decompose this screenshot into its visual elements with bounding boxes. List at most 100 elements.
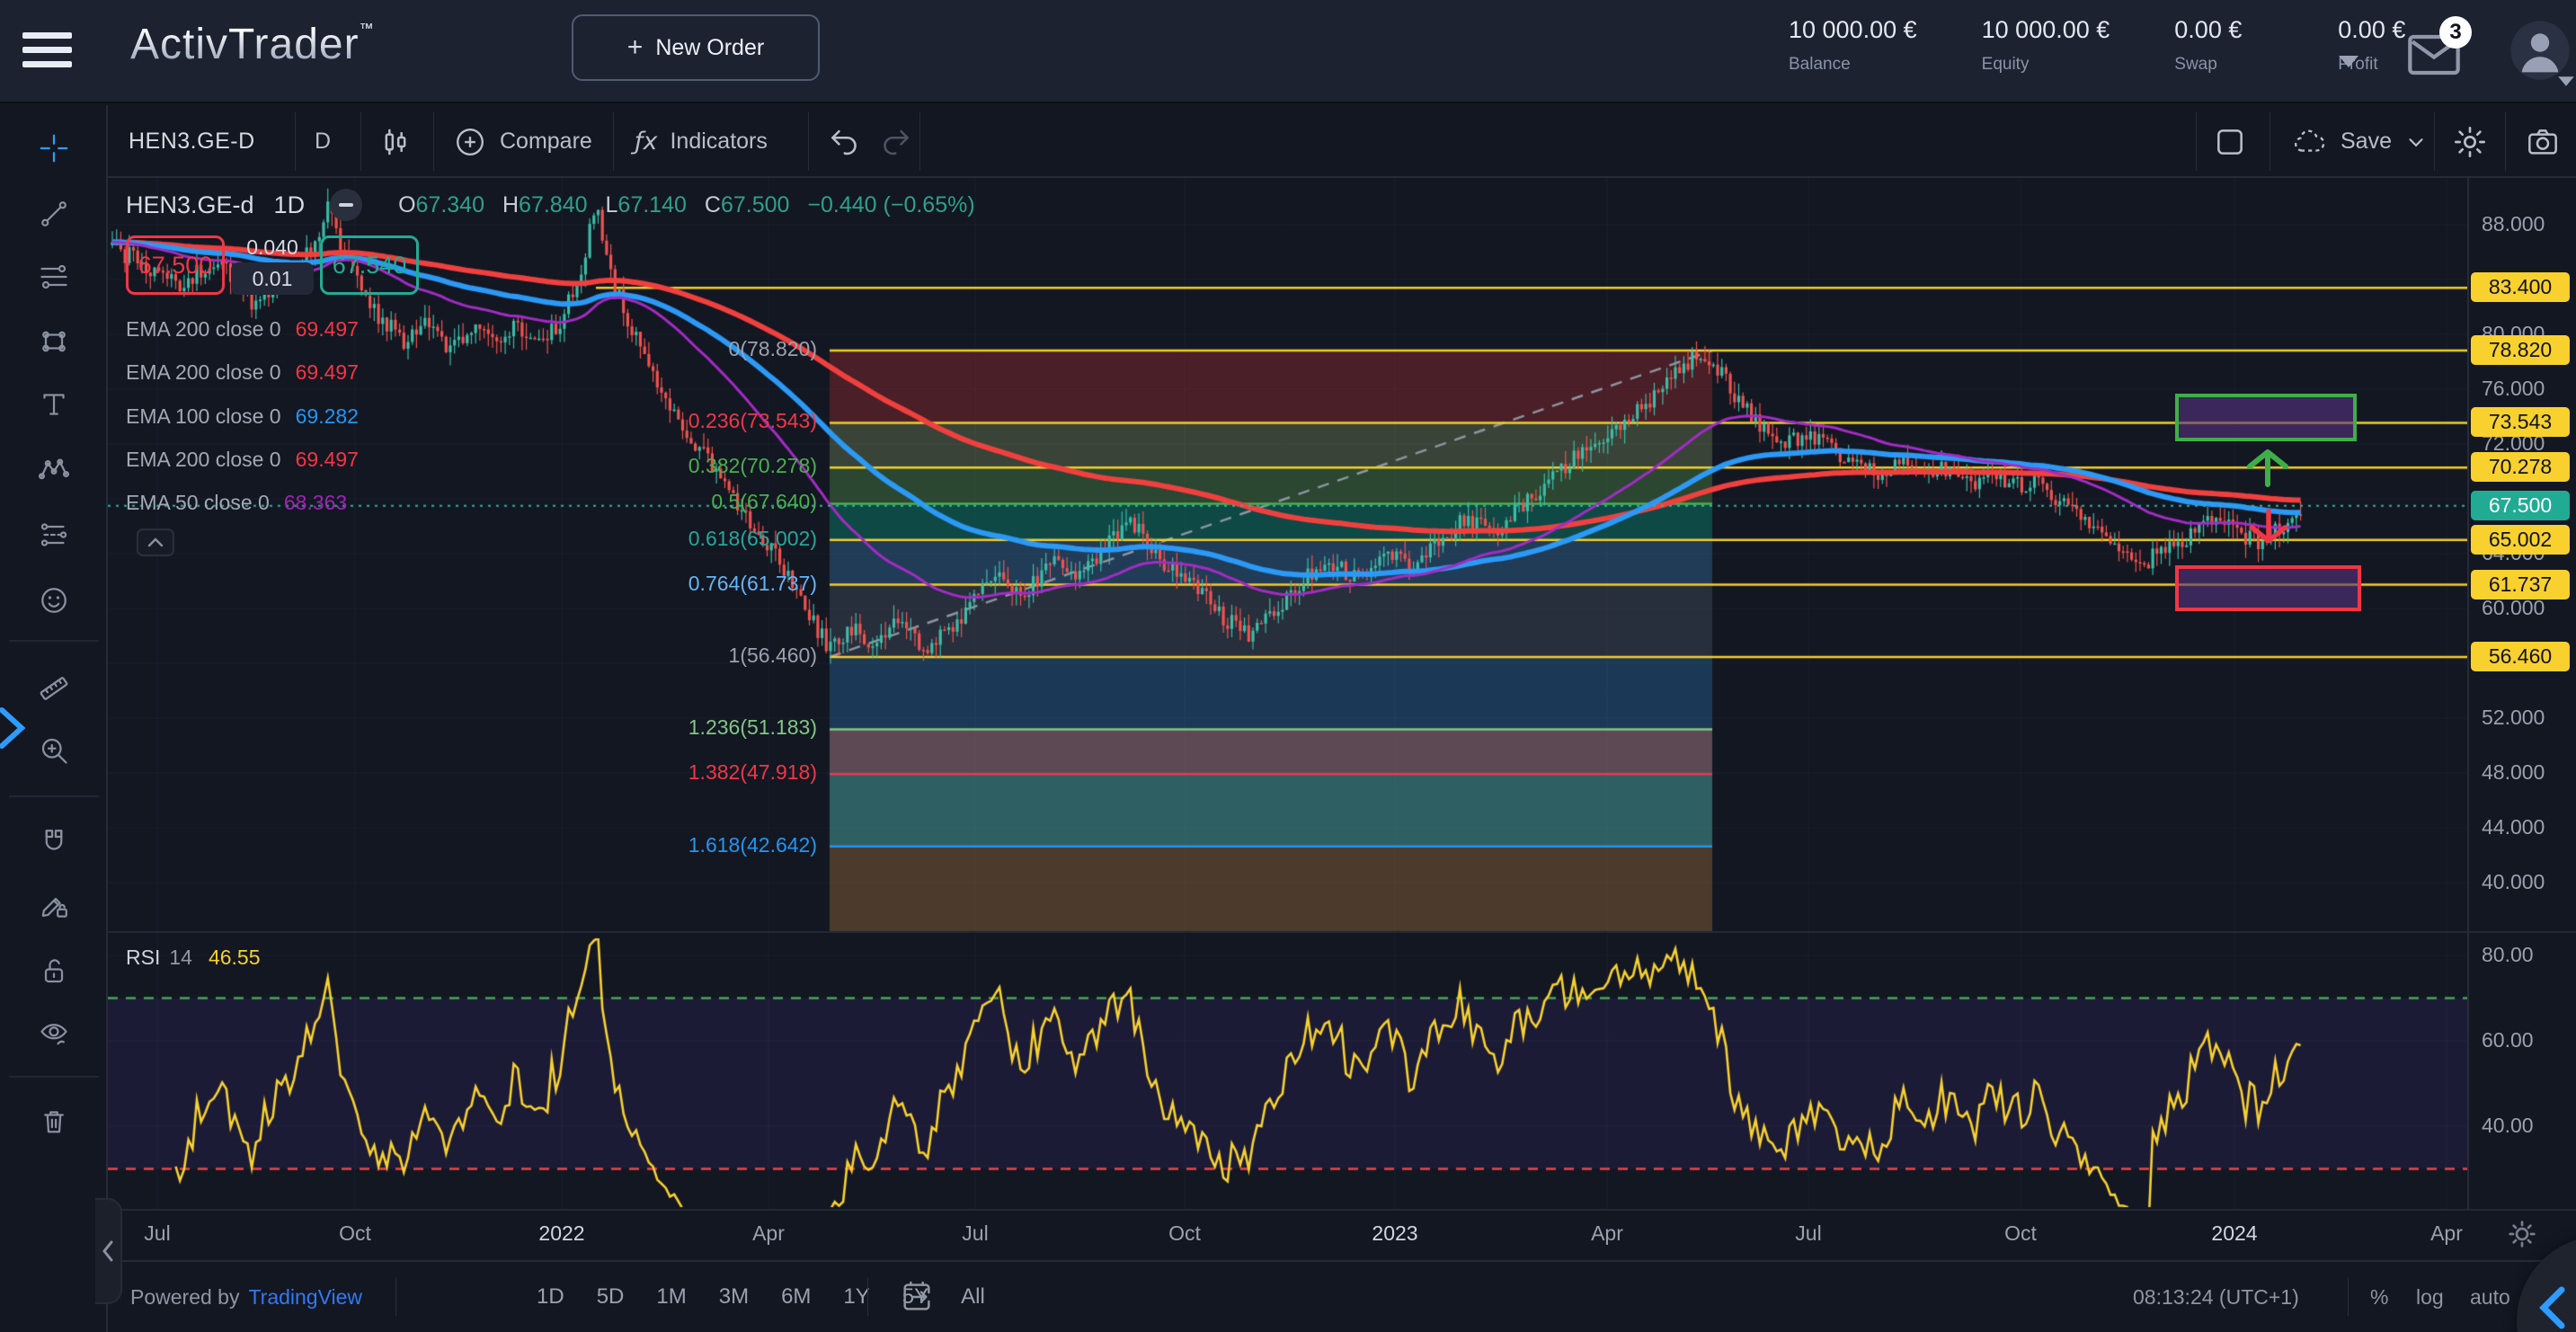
time-label[interactable]: 2022 — [508, 1221, 616, 1246]
chart-settings-button[interactable] — [2452, 105, 2488, 178]
rsi-legend[interactable]: RSI1446.55 — [126, 946, 261, 970]
time-label[interactable]: Oct — [301, 1221, 409, 1246]
time-label[interactable]: Jul — [921, 1221, 1029, 1246]
indicator-legend-row[interactable]: EMA 200 close 069.497 — [126, 448, 359, 472]
notification-badge: 3 — [2439, 16, 2472, 49]
chart-canvas[interactable] — [108, 178, 2467, 1209]
indicator-value: 69.497 — [296, 360, 359, 384]
level-price-badge: 61.737 — [2471, 570, 2570, 599]
time-label[interactable]: Apr — [1553, 1221, 1661, 1246]
price-axis[interactable]: 88.00080.00076.00072.00064.00060.00052.0… — [2469, 178, 2576, 1258]
clock[interactable]: 08:13:24 (UTC+1) — [2133, 1262, 2299, 1332]
drawing-mode-lock-tool[interactable] — [29, 880, 79, 930]
new-order-button[interactable]: + New Order — [572, 14, 820, 81]
indicator-legend-row[interactable]: EMA 100 close 069.282 — [126, 404, 359, 429]
camera-icon — [2524, 124, 2562, 160]
square-icon — [2213, 125, 2247, 159]
log-scale-button[interactable]: log — [2416, 1262, 2444, 1332]
compare-button[interactable]: Compare — [453, 105, 592, 178]
zoom-in-tool[interactable] — [29, 725, 79, 776]
powered-by[interactable]: Powered byTradingView — [130, 1262, 362, 1332]
text-tool[interactable] — [29, 379, 79, 430]
range-button-1m[interactable]: 1M — [656, 1284, 686, 1310]
price-tick: 44.000 — [2482, 815, 2545, 839]
range-button-1y[interactable]: 1Y — [843, 1284, 869, 1310]
supply-box[interactable] — [2175, 394, 2357, 441]
undo-button[interactable] — [827, 105, 861, 178]
time-label[interactable]: 2024 — [2181, 1221, 2288, 1246]
range-button-1d[interactable]: 1D — [537, 1284, 564, 1310]
demand-box[interactable] — [2175, 565, 2361, 611]
buy-price-button[interactable]: 67.540 — [320, 235, 419, 295]
indicators-button[interactable]: ƒx Indicators — [635, 105, 768, 178]
time-label[interactable]: Oct — [1967, 1221, 2074, 1246]
account-caret-icon[interactable] — [2339, 56, 2358, 67]
sell-price-button[interactable]: 67.500 — [126, 235, 225, 295]
crosshair-icon — [38, 132, 70, 164]
menu-icon[interactable] — [22, 32, 72, 70]
remove-drawings-tool[interactable] — [29, 1097, 79, 1147]
notifications-button[interactable]: 3 — [2405, 31, 2463, 79]
indicator-legend-row[interactable]: EMA 200 close 069.497 — [126, 317, 359, 342]
save-button[interactable]: Save — [2290, 105, 2428, 178]
range-button-5d[interactable]: 5D — [597, 1284, 625, 1310]
level-price-badge: 70.278 — [2471, 452, 2570, 482]
down-arrow[interactable] — [2248, 507, 2289, 546]
legend-hide-button[interactable] — [330, 189, 362, 221]
indicator-legend-row[interactable]: EMA 50 close 068.363 — [126, 491, 347, 515]
time-label[interactable]: 2023 — [1341, 1221, 1449, 1246]
redo-button[interactable] — [879, 105, 913, 178]
xabcd-pattern-tool[interactable] — [29, 445, 79, 495]
crosshair-tool[interactable] — [29, 123, 79, 173]
shapes-tool[interactable] — [29, 316, 79, 367]
range-button-3m[interactable]: 3M — [719, 1284, 749, 1310]
pane-separator[interactable] — [108, 931, 2576, 933]
up-arrow[interactable] — [2245, 448, 2290, 487]
forecast-icon — [38, 519, 70, 551]
fib-level-label: 1.382(47.918) — [0, 760, 822, 785]
account-label: Equity — [1982, 55, 2110, 75]
auto-scale-button[interactable]: auto — [2470, 1262, 2510, 1332]
toolbar-separator — [9, 640, 99, 642]
panel-expand-icon[interactable] — [0, 701, 31, 755]
sidebar-collapse-tab[interactable] — [95, 1198, 122, 1304]
indicator-value: 69.497 — [296, 448, 359, 471]
trend-line-icon — [38, 198, 70, 230]
avatar[interactable] — [2509, 20, 2571, 81]
range-button-all[interactable]: All — [961, 1284, 985, 1310]
emoji-tool[interactable] — [29, 575, 79, 626]
magnet-icon — [38, 826, 70, 858]
avatar-caret-icon[interactable] — [2558, 76, 2574, 85]
percent-scale-button[interactable]: % — [2370, 1262, 2388, 1332]
lock-all-tool[interactable] — [29, 946, 79, 996]
time-axis-settings-icon[interactable] — [2504, 1216, 2540, 1252]
xabcd-pattern-icon — [38, 454, 70, 486]
symbol-button[interactable]: HEN3.GE-D — [129, 105, 255, 178]
hide-drawings-tool[interactable] — [29, 1008, 79, 1059]
legend-symbol[interactable]: HEN3.GE-d — [126, 191, 254, 219]
ruler-tool[interactable] — [29, 661, 79, 711]
indicator-name: EMA 50 close 0 — [126, 491, 270, 514]
chart-style-button[interactable] — [378, 105, 413, 178]
toolbar-separator — [9, 1076, 99, 1078]
fullscreen-button[interactable] — [2213, 105, 2247, 178]
indicator-legend-row[interactable]: EMA 200 close 069.497 — [126, 360, 359, 385]
time-label[interactable]: Apr — [2393, 1221, 2500, 1246]
fib-level-label: 1.618(42.642) — [0, 833, 822, 857]
range-button-6m[interactable]: 6M — [781, 1284, 811, 1310]
fib-retracement-tool[interactable] — [29, 252, 79, 302]
time-label[interactable]: Oct — [1131, 1221, 1239, 1246]
snapshot-button[interactable] — [2524, 105, 2562, 178]
goto-date-button[interactable] — [899, 1262, 935, 1332]
legend-collapse-button[interactable] — [137, 528, 174, 556]
indicator-value: 69.497 — [296, 317, 359, 341]
chevron-down-icon — [2404, 130, 2428, 154]
magnet-tool[interactable] — [29, 817, 79, 867]
time-axis[interactable]: JulOct2022AprJulOct2023AprJulOct2024Apr — [108, 1211, 2576, 1258]
interval-button[interactable]: D — [315, 105, 331, 178]
ohlc-value: 67.140 — [617, 192, 686, 218]
trend-line-tool[interactable] — [29, 189, 79, 239]
forecast-tool[interactable] — [29, 510, 79, 560]
time-label[interactable]: Jul — [1754, 1221, 1862, 1246]
time-label[interactable]: Apr — [715, 1221, 822, 1246]
